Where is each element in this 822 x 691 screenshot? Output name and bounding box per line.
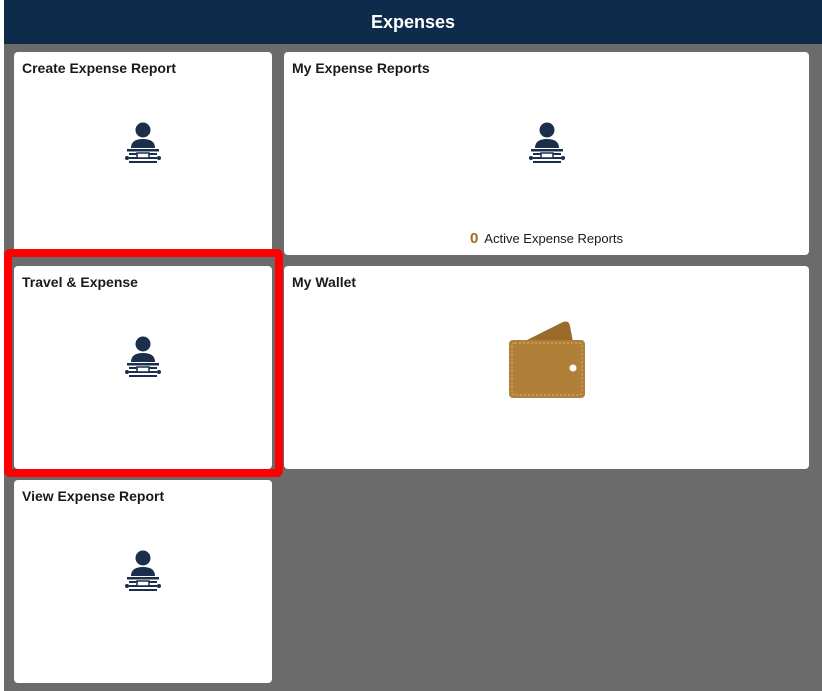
count-label: Active Expense Reports	[484, 231, 624, 246]
tile-my-expense-reports[interactable]: My Expense Reports 0 Active Expense Repor…	[284, 52, 809, 255]
tile-title: Travel & Expense	[22, 274, 138, 290]
active-reports-count: 0 Active Expense Reports	[284, 230, 809, 247]
page-title: Expenses	[370, 11, 456, 32]
page-header: Expenses	[4, 0, 822, 44]
tile-title: My Expense Reports	[292, 60, 430, 76]
person-at-desk-icon	[527, 122, 567, 173]
count-value: 0	[469, 230, 479, 247]
tile-my-wallet[interactable]: My Wallet	[284, 266, 809, 469]
tile-travel-and-expense[interactable]: Travel & Expense	[14, 266, 272, 469]
tile-create-expense-report[interactable]: Create Expense Report	[14, 52, 272, 255]
person-at-desk-icon	[123, 336, 163, 387]
wallet-icon	[507, 318, 587, 405]
tile-title: My Wallet	[292, 274, 357, 290]
tile-title: Create Expense Report	[22, 60, 177, 76]
person-at-desk-icon	[123, 122, 163, 173]
tile-title: View Expense Report	[22, 488, 165, 504]
person-at-desk-icon	[123, 550, 163, 601]
tile-view-expense-report[interactable]: View Expense Report	[14, 480, 272, 683]
